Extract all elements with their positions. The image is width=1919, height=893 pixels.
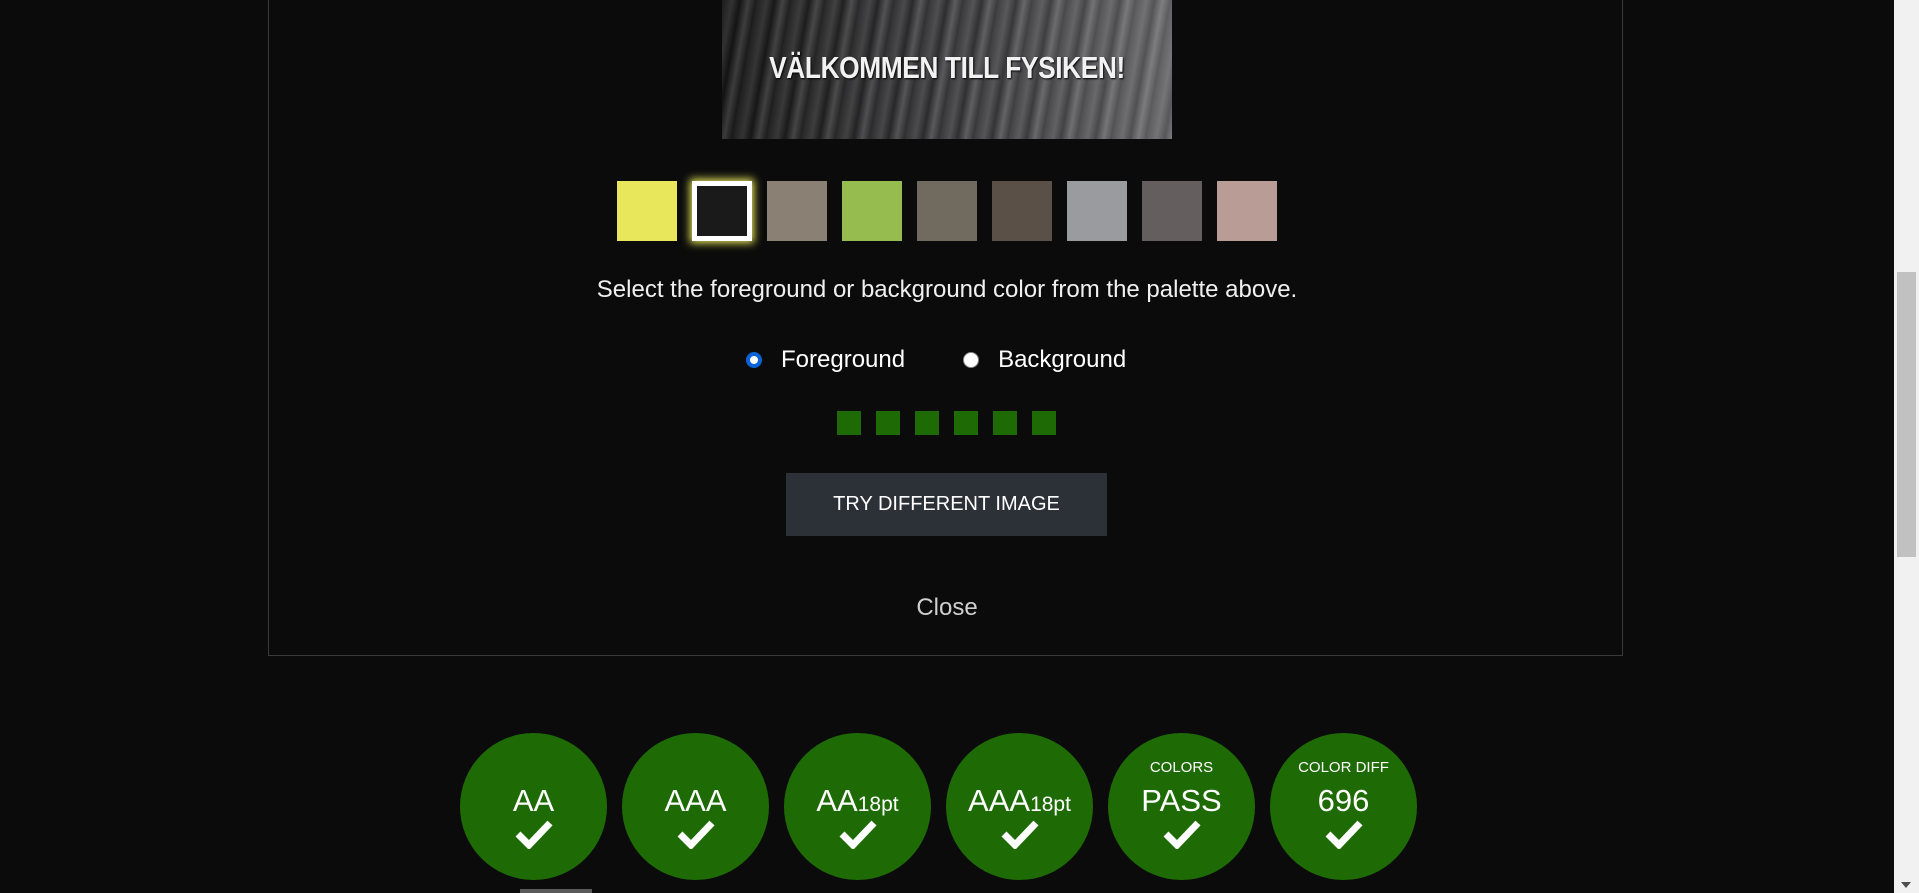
check-icon (1270, 819, 1417, 849)
palette-instruction: Select the foreground or background colo… (596, 276, 1298, 303)
palette-swatch[interactable] (1142, 181, 1202, 241)
progress-square (915, 411, 939, 435)
foreground-radio-button[interactable] (746, 352, 762, 368)
scroll-down-arrow-icon[interactable] (1901, 882, 1911, 888)
progress-square (1032, 411, 1056, 435)
palette-swatch[interactable] (1217, 181, 1277, 241)
contrast-results: AA AAA AA18pt AAA18pt COLORS PASS COLOR … (460, 733, 1417, 880)
check-icon (622, 819, 769, 849)
check-icon (784, 819, 931, 849)
page: VÄLKOMMEN TILL FYSIKEN! Select the foreg… (0, 0, 1919, 893)
progress-square (876, 411, 900, 435)
result-badge-color-diff: COLOR DIFF 696 (1270, 733, 1417, 880)
palette-swatch[interactable] (692, 181, 752, 241)
badge-value: AAA18pt (968, 783, 1071, 818)
progress-square (954, 411, 978, 435)
palette-swatch[interactable] (842, 181, 902, 241)
badge-value: 696 (1317, 783, 1370, 818)
color-target-radio-group: Foreground Background (746, 346, 1184, 374)
check-icon (460, 819, 607, 849)
badge-value: AA (512, 783, 555, 818)
color-palette (617, 181, 1277, 241)
background-radio-label: Background (998, 346, 1127, 373)
palette-swatch[interactable] (617, 181, 677, 241)
badge-caption: COLORS (1149, 759, 1214, 776)
palette-swatch[interactable] (767, 181, 827, 241)
badge-value: AA18pt (816, 783, 899, 818)
scrollbar-thumb[interactable] (1897, 272, 1916, 557)
progress-indicator (837, 411, 1056, 435)
palette-swatch[interactable] (1067, 181, 1127, 241)
result-badge-aa: AA (460, 733, 607, 880)
check-icon (946, 819, 1093, 849)
badge-caption: COLOR DIFF (1298, 759, 1389, 776)
result-badge-aa-18pt: AA18pt (784, 733, 931, 880)
progress-square (837, 411, 861, 435)
vertical-scrollbar[interactable] (1894, 0, 1919, 893)
result-badge-aaa: AAA (622, 733, 769, 880)
hero-image: VÄLKOMMEN TILL FYSIKEN! (722, 0, 1172, 139)
progress-square (993, 411, 1017, 435)
close-link[interactable]: Close (0, 594, 1894, 622)
badge-value: AAA (664, 783, 727, 818)
try-different-image-button[interactable]: TRY DIFFERENT IMAGE (786, 473, 1107, 536)
hero-caption: VÄLKOMMEN TILL FYSIKEN! (769, 50, 1125, 85)
badge-value: PASS (1141, 783, 1222, 818)
background-radio-button[interactable] (963, 352, 980, 368)
foreground-radio-label: Foreground (781, 346, 906, 373)
palette-swatch[interactable] (917, 181, 977, 241)
check-icon (1108, 819, 1255, 849)
result-badge-colors: COLORS PASS (1108, 733, 1255, 880)
result-badge-aaa-18pt: AAA18pt (946, 733, 1093, 880)
foreground-radio[interactable]: Foreground (746, 346, 905, 374)
background-radio[interactable]: Background (963, 346, 1126, 374)
palette-swatch[interactable] (992, 181, 1052, 241)
bottom-tab-indicator (520, 889, 592, 893)
